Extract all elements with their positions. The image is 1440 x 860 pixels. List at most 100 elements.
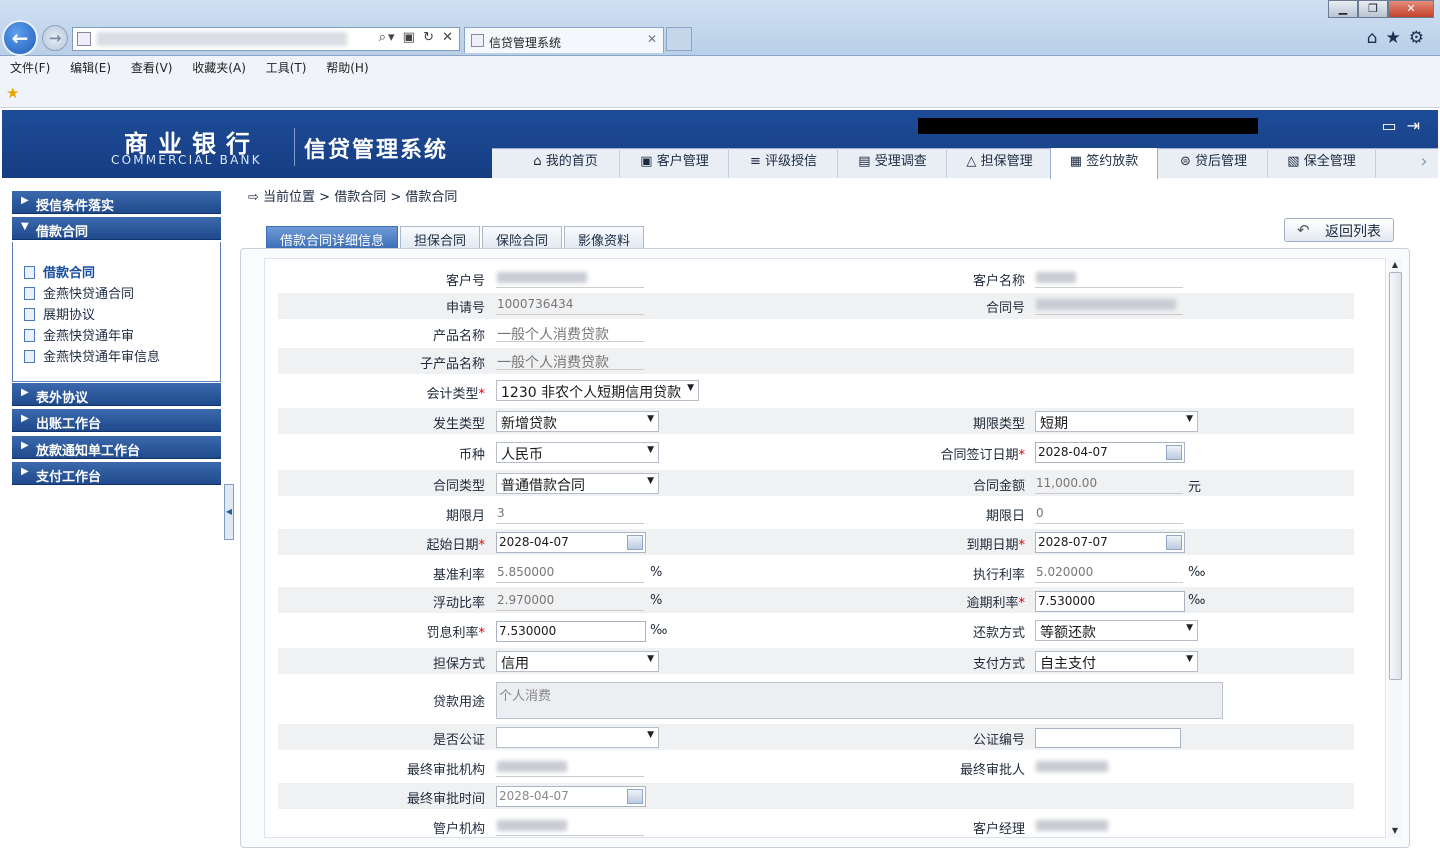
start-date-input[interactable]: 2028-04-07 <box>496 532 646 553</box>
sidebar-section-offbalance[interactable]: ▶ 表外协议 <box>12 383 221 406</box>
nav-tab-customer[interactable]: ▣ 客户管理 <box>621 148 729 178</box>
penalty-rate-label: 罚息利率* <box>280 622 485 641</box>
menu-tools[interactable]: 工具(T) <box>266 61 307 75</box>
browser-tab[interactable]: 信贷管理系统 ✕ <box>464 27 664 53</box>
system-title: 信贷管理系统 <box>304 138 449 163</box>
sidebar-item-annual-review[interactable]: 金燕快贷通年审 <box>24 325 134 344</box>
notary-no-input[interactable] <box>1035 728 1181 748</box>
home-icon[interactable]: ⌂ <box>1367 28 1386 48</box>
restore-icon[interactable]: ❐ <box>1358 0 1388 18</box>
logout-icon[interactable]: ⇥ <box>1407 116 1430 135</box>
tab-image-materials[interactable]: 影像资料 <box>564 226 645 249</box>
menu-view[interactable]: 查看(V) <box>131 61 173 75</box>
nav-tab-rating[interactable]: ≡ 评级授信 <box>730 148 838 178</box>
acct-type-select[interactable]: 1230 非农个人短期信用贷款 ▼ <box>496 380 699 401</box>
required-mark: * <box>1018 538 1026 553</box>
exec-rate-value: 5.020000 <box>1035 563 1183 583</box>
favorites-star-icon[interactable]: ★ <box>1386 28 1409 48</box>
calendar-icon[interactable] <box>1166 535 1182 550</box>
sidebar-item-extension[interactable]: 展期协议 <box>24 304 95 323</box>
collapse-sidebar-icon[interactable]: ◀ <box>224 484 234 540</box>
nav-tab-label: 评级授信 <box>765 154 818 169</box>
location-icon: ⇨ <box>248 190 264 205</box>
menu-help[interactable]: 帮助(H) <box>326 61 368 75</box>
close-window-icon[interactable]: ✕ <box>1388 0 1434 18</box>
tab-guarantee-contract[interactable]: 担保合同 <box>400 226 481 249</box>
nav-tab-label: 签约放款 <box>1086 154 1139 169</box>
redacted-value <box>1036 299 1176 310</box>
scroll-thumb[interactable] <box>1389 272 1402 680</box>
nav-scroll-right-icon[interactable]: › <box>1410 148 1438 178</box>
rating-icon: ≡ <box>749 154 765 169</box>
breadcrumb: ⇨ 当前位置 > 借款合同 > 借款合同 <box>248 186 457 205</box>
term-type-select[interactable]: 短期 ▼ <box>1035 411 1198 432</box>
final-org-label: 最终审批机构 <box>406 763 485 778</box>
tab-contract-details[interactable]: 借款合同详细信息 <box>266 226 399 249</box>
overdue-rate-unit: ‰ <box>1188 593 1206 608</box>
home-icon: ⌂ <box>533 154 546 169</box>
nav-tab-postloan[interactable]: ⊜ 贷后管理 <box>1160 148 1268 178</box>
nav-tab-home[interactable]: ⌂ 我的首页 <box>512 148 620 178</box>
penalty-rate-input[interactable]: 7.530000 <box>496 621 646 642</box>
scroll-down-icon[interactable]: ▼ <box>1388 826 1402 835</box>
sidebar-section-label: 表外协议 <box>36 391 89 406</box>
contract-type-select[interactable]: 普通借款合同 ▼ <box>496 473 659 494</box>
scroll-up-icon[interactable]: ▲ <box>1388 260 1402 269</box>
chevron-right-icon: ▶ <box>21 466 29 477</box>
sidebar-section-disbursement[interactable]: ▶ 出账工作台 <box>12 409 221 432</box>
sidebar-section-payment[interactable]: ▶ 支付工作台 <box>12 462 221 485</box>
calendar-icon[interactable] <box>627 535 643 550</box>
pay-select[interactable]: 自主支付 ▼ <box>1035 651 1198 672</box>
sidebar-section-credit-conditions[interactable]: ▶ 授信条件落实 <box>12 191 221 214</box>
document-icon <box>24 329 35 342</box>
sidebar-item-loan-contract[interactable]: 借款合同 <box>24 262 95 281</box>
menu-file[interactable]: 文件(F) <box>10 61 50 75</box>
guarantee-label: 担保方式 <box>432 657 485 672</box>
chevron-down-icon: ▼ <box>1186 654 1193 664</box>
tab-insurance-contract[interactable]: 保险合同 <box>482 226 563 249</box>
amount-unit: 元 <box>1188 480 1202 495</box>
sidebar-section-loan-contract[interactable]: ▼ 借款合同 <box>12 217 221 240</box>
nav-tab-preservation[interactable]: ▧ 保全管理 <box>1268 148 1376 178</box>
header-icons: ▭⇥ <box>1381 116 1430 135</box>
overdue-rate-input[interactable]: 7.530000 <box>1035 591 1185 612</box>
nav-tab-label: 我的首页 <box>545 154 598 169</box>
nav-tab-signing[interactable]: ▦ 签约放款 <box>1050 148 1158 179</box>
address-bar[interactable]: ⌕▾ ▣ ↻ ✕ <box>72 27 460 51</box>
redacted-value <box>497 820 567 831</box>
menu-favorites[interactable]: 收藏夹(A) <box>192 61 246 75</box>
gear-icon[interactable]: ⚙ <box>1409 28 1432 48</box>
currency-select[interactable]: 人民币 ▼ <box>496 442 659 463</box>
monitor-icon[interactable]: ▭ <box>1381 116 1406 135</box>
sidebar-item-annual-review-info[interactable]: 金燕快贷通年审信息 <box>24 346 160 365</box>
notarize-select[interactable]: ▼ <box>496 727 659 748</box>
sidebar-item-label: 金燕快贷通合同 <box>43 287 135 302</box>
window-controls: ▁ ❐ ✕ <box>1328 0 1434 18</box>
end-date-input[interactable]: 2028-07-07 <box>1035 532 1185 553</box>
sidebar-item-jinyan-contract[interactable]: 金燕快贷通合同 <box>24 283 134 302</box>
back-icon[interactable]: ← <box>2 20 38 56</box>
back-to-list-button[interactable]: ↶ 返回列表 <box>1284 218 1394 242</box>
mgr-org-label: 管户机构 <box>432 822 485 837</box>
sign-date-input[interactable]: 2028-04-07 <box>1035 442 1185 463</box>
minimize-icon[interactable]: ▁ <box>1328 0 1358 18</box>
nav-tab-guarantee[interactable]: △ 担保管理 <box>946 148 1054 178</box>
end-date-label-text: 到期日期 <box>966 538 1019 553</box>
address-actions-icon[interactable]: ⌕▾ ▣ ↻ ✕ <box>379 30 455 45</box>
term-type-label: 期限类型 <box>972 417 1025 432</box>
calendar-icon[interactable] <box>1166 445 1182 460</box>
guarantee-select[interactable]: 信用 ▼ <box>496 651 659 672</box>
close-tab-icon[interactable]: ✕ <box>647 32 657 46</box>
nav-tab-label: 贷后管理 <box>1195 154 1248 169</box>
new-tab-button[interactable] <box>666 27 692 51</box>
repay-select[interactable]: 等额还款 ▼ <box>1035 620 1198 641</box>
occur-type-select[interactable]: 新增贷款 ▼ <box>496 411 659 432</box>
nav-tab-survey[interactable]: ▤ 受理调查 <box>839 148 947 178</box>
notarize-label: 是否公证 <box>432 733 485 748</box>
menu-edit[interactable]: 编辑(E) <box>70 61 111 75</box>
base-rate-unit: % <box>650 565 663 580</box>
sidebar-section-notice[interactable]: ▶ 放款通知单工作台 <box>12 436 221 459</box>
add-favorite-icon[interactable]: ★ <box>6 84 19 102</box>
purpose-textarea[interactable]: 个人消费 <box>496 682 1223 719</box>
forward-icon[interactable]: → <box>42 25 68 51</box>
